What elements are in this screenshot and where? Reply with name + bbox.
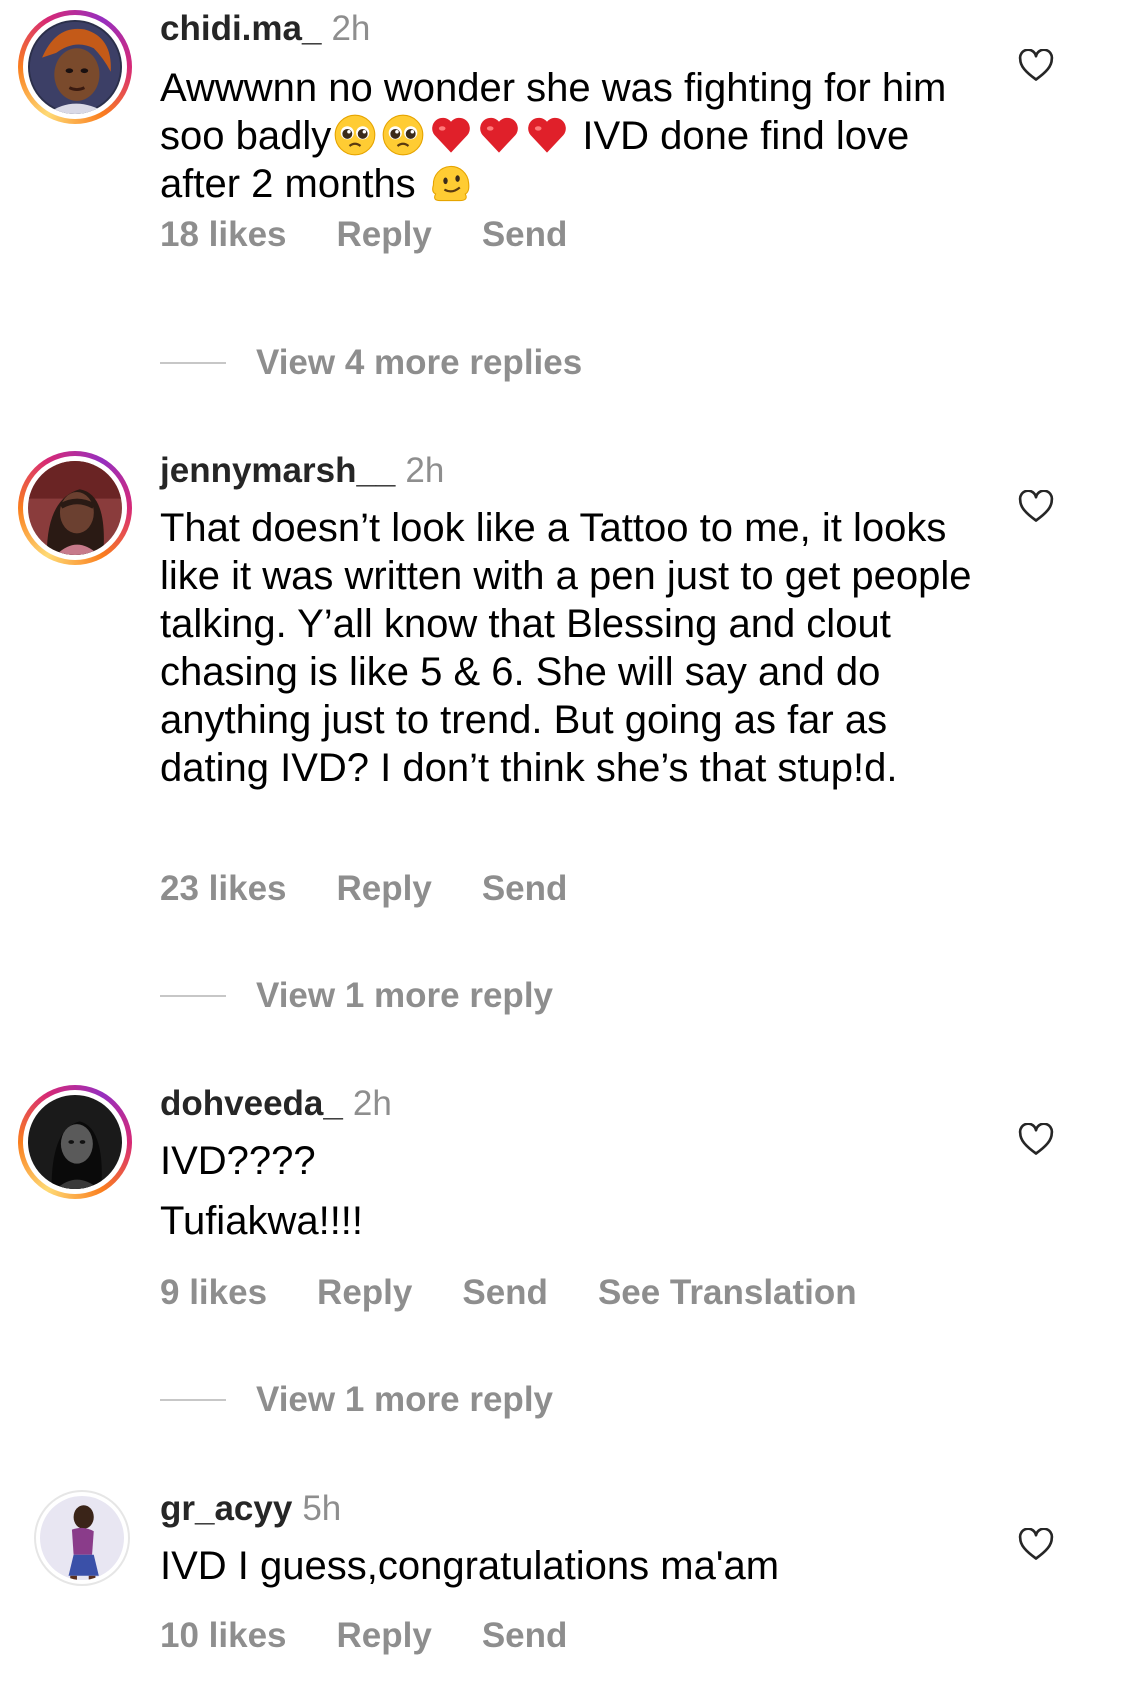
like-comment-button[interactable] (1018, 49, 1054, 83)
avatar (28, 1095, 122, 1189)
like-comment-button[interactable] (1018, 490, 1054, 524)
see-translation-button[interactable]: See Translation (598, 1273, 857, 1312)
timestamp: 5h (302, 1489, 342, 1528)
heart-outline-icon (1018, 1528, 1054, 1560)
replies-divider (160, 362, 226, 364)
like-comment-button[interactable] (1018, 1123, 1054, 1157)
comment-text-line: IVD???? (160, 1139, 316, 1183)
red-heart-emoji-icon (429, 113, 473, 157)
username[interactable]: jennymarsh__ (160, 451, 395, 490)
avatar-story-ring[interactable] (18, 1085, 132, 1199)
avatar (40, 1496, 124, 1580)
replies-divider (160, 995, 226, 997)
comment-header: dohveeda_ 2h (160, 1083, 392, 1125)
likes-count[interactable]: 10 likes (160, 1616, 287, 1655)
comment-text: Awwwnn no wonder she was fighting for hi… (160, 64, 980, 208)
timestamp: 2h (352, 1084, 392, 1123)
comment-actions: 18 likes Reply Send (160, 214, 617, 256)
send-button[interactable]: Send (482, 869, 568, 908)
comment-header: chidi.ma_ 2h (160, 8, 370, 50)
reply-button[interactable]: Reply (337, 869, 432, 908)
timestamp: 2h (331, 9, 371, 48)
comment-text-line: Tufiakwa!!!! (160, 1199, 364, 1243)
melting-face-emoji-icon (429, 161, 473, 205)
pleading-face-emoji-icon (333, 113, 377, 157)
comment-text: That doesn’t look like a Tattoo to me, i… (160, 506, 972, 790)
replies-divider (160, 1399, 226, 1401)
red-heart-emoji-icon (525, 113, 569, 157)
pleading-face-emoji-icon (381, 113, 425, 157)
reply-button[interactable]: Reply (317, 1273, 412, 1312)
view-replies-button[interactable]: View 1 more reply (160, 975, 553, 1017)
comment-header: jennymarsh__ 2h (160, 450, 444, 492)
timestamp: 2h (405, 451, 445, 490)
comment-text: IVD???? Tufiakwa!!!! (160, 1137, 980, 1245)
like-comment-button[interactable] (1018, 1528, 1054, 1562)
view-replies-label: View 1 more reply (256, 976, 554, 1015)
send-button[interactable]: Send (462, 1273, 548, 1312)
username[interactable]: gr_acyy (160, 1489, 292, 1528)
comment-actions: 23 likes Reply Send (160, 868, 617, 910)
likes-count[interactable]: 18 likes (160, 215, 287, 254)
view-replies-button[interactable]: View 4 more replies (160, 342, 582, 384)
view-replies-label: View 4 more replies (256, 343, 583, 382)
heart-outline-icon (1018, 49, 1054, 81)
view-replies-label: View 1 more reply (256, 1380, 554, 1419)
username[interactable]: chidi.ma_ (160, 9, 321, 48)
comment-header: gr_acyy 5h (160, 1488, 341, 1530)
avatar (28, 461, 122, 555)
reply-button[interactable]: Reply (337, 215, 432, 254)
send-button[interactable]: Send (482, 215, 568, 254)
heart-outline-icon (1018, 1123, 1054, 1155)
heart-outline-icon (1018, 490, 1054, 522)
avatar-story-ring[interactable] (18, 10, 132, 124)
avatar-story-ring[interactable] (18, 451, 132, 565)
avatar-ring[interactable] (34, 1490, 130, 1586)
reply-button[interactable]: Reply (337, 1616, 432, 1655)
view-replies-button[interactable]: View 1 more reply (160, 1379, 553, 1421)
send-button[interactable]: Send (482, 1616, 568, 1655)
comment-actions: 9 likes Reply Send See Translation (160, 1272, 907, 1314)
avatar (28, 20, 122, 114)
comment-text: IVD I guess,congratulations ma'am (160, 1544, 780, 1588)
comment-actions: 10 likes Reply Send (160, 1615, 617, 1657)
likes-count[interactable]: 23 likes (160, 869, 287, 908)
username[interactable]: dohveeda_ (160, 1084, 343, 1123)
red-heart-emoji-icon (477, 113, 521, 157)
likes-count[interactable]: 9 likes (160, 1273, 267, 1312)
